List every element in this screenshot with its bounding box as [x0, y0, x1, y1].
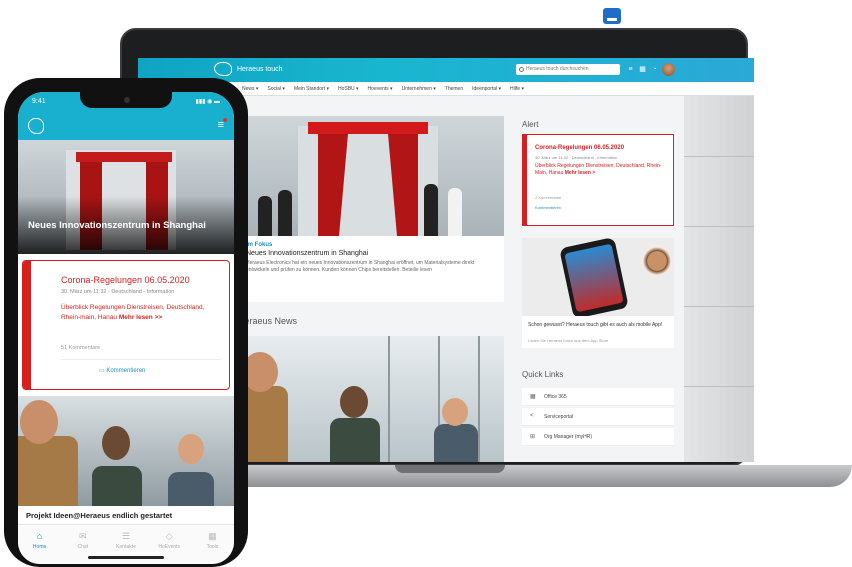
web-header: Heraeus touch Heraeus touch durchsuchen … — [138, 58, 754, 82]
phone-notch — [80, 92, 172, 108]
mobile-alert-card[interactable]: Corona-Regelungen 06.05.2020 30. März um… — [22, 260, 230, 390]
promo-sub: Laden Sie Heraeus touch aus dem App Stor… — [528, 338, 609, 343]
tab-tools[interactable]: ▦ Tools — [191, 525, 234, 564]
mobile-comment-button[interactable]: ▭ Kommentieren — [99, 367, 145, 374]
hero-kicker: Im Fokus — [246, 242, 273, 248]
alert-card[interactable]: Corona-Regelungen 06.05.2020 30. März um… — [522, 134, 674, 226]
mobile-alert-text: Überblick Regelungen Dienstreisen, Deuts… — [61, 304, 205, 321]
alert-comment-button[interactable]: Kommentieren — [535, 205, 561, 210]
tab-home[interactable]: ⌂ Home — [18, 525, 61, 564]
mobile-news-title[interactable]: Projekt Ideen@Heraeus endlich gestartet — [26, 511, 172, 520]
hand-logo-icon[interactable] — [28, 118, 44, 134]
quick-link-office[interactable]: ▦ Office 365 — [522, 388, 674, 406]
nav-item-unternehmen[interactable]: Unternehmen ▾ — [402, 86, 436, 92]
mobile-alert-meta: 30. März um 11:32 - Deutschland - Inform… — [61, 289, 175, 295]
coffee-cup-icon — [640, 244, 674, 278]
mobile-alert-title[interactable]: Corona-Regelungen 06.05.2020 — [61, 275, 190, 285]
promo-text: Schon gewusst? Heraeus touch gibt es auc… — [528, 322, 663, 328]
notification-icon[interactable]: ◔ — [650, 65, 659, 74]
quick-link-org-manager[interactable]: ⊞ Org Manager (myHR) — [522, 428, 674, 446]
web-logo[interactable]: Heraeus touch — [214, 62, 283, 76]
nav-item-social[interactable]: Social ▾ — [267, 86, 285, 92]
nav-item-hilfe[interactable]: Hilfe ▾ — [510, 86, 524, 92]
alert-section-title: Alert — [522, 120, 539, 129]
laptop-base — [210, 465, 852, 487]
hero-title[interactable]: Neues Innovationszentrum in Shanghai — [246, 250, 496, 257]
nav-item-ideenportal[interactable]: Ideenportal ▾ — [472, 86, 501, 92]
phone-screen: 9:41 ▮▮▮ ◉ ▬ ≡ Neues Innovationszentrum … — [18, 92, 234, 564]
hero-text: Heraeus Electronics hat ein neues Innova… — [246, 260, 475, 273]
quick-links-title: Quick Links — [522, 370, 564, 379]
search-placeholder: Heraeus touch durchsuchen — [526, 66, 589, 72]
app-bar: ≡ — [18, 114, 234, 140]
mobile-alert-comment-count: 51 Kommentare — [61, 345, 101, 351]
hero-caption: Im Fokus Neues Innovationszentrum in Sha… — [238, 236, 504, 280]
signal-wifi-battery-icon: ▮▮▮ ◉ ▬ — [195, 99, 220, 105]
nav-item-themen[interactable]: Themen — [445, 86, 463, 92]
webcam-icon — [603, 8, 621, 24]
avatar[interactable] — [662, 63, 675, 76]
marketing-composite: Heraeus touch Heraeus touch durchsuchen … — [0, 0, 852, 567]
apps-icon[interactable]: ▦ — [638, 65, 647, 74]
alert-meta: 30. März um 11:32 - Deutschland - Inform… — [535, 155, 618, 160]
grid-icon: ▦ — [530, 394, 536, 400]
alert-text: Überblick Regelungen Dienstreisen, Deuts… — [535, 163, 662, 176]
background-office-image — [684, 96, 754, 462]
promo-image — [522, 238, 674, 316]
status-time: 9:41 — [32, 98, 46, 105]
alert-title[interactable]: Corona-Regelungen 06.05.2020 — [535, 145, 624, 151]
hero-image — [238, 116, 504, 236]
app-promo-card[interactable]: Schon gewusst? Heraeus touch gibt es auc… — [522, 238, 674, 348]
nav-item-hosbu[interactable]: HoSBU ▾ — [338, 86, 359, 92]
home-icon: ⌂ — [36, 531, 43, 541]
share-icon: < — [530, 413, 534, 419]
home-indicator[interactable] — [88, 556, 164, 559]
alert-more-link[interactable]: Mehr lesen > — [565, 170, 595, 176]
hand-logo-icon — [214, 62, 232, 76]
search-input[interactable]: Heraeus touch durchsuchen — [516, 64, 620, 75]
news-image[interactable] — [238, 336, 504, 462]
contacts-icon: ☰ — [121, 531, 131, 541]
events-icon: ◇ — [165, 531, 173, 541]
web-logo-text: Heraeus touch — [237, 65, 283, 73]
laptop-notch — [395, 465, 505, 473]
nav-item-news[interactable]: News ▾ — [242, 86, 258, 92]
mobile-hero-title: Neues Innovationszentrum in Shanghai — [28, 220, 206, 231]
menu-icon[interactable]: ≡ — [626, 65, 635, 74]
chat-icon: ✉ — [79, 531, 87, 541]
hero-article-card[interactable]: Im Fokus Neues Innovationszentrum in Sha… — [238, 116, 504, 302]
quick-link-serviceportal[interactable]: < Serviceportal — [522, 408, 674, 426]
nav-item-hoevents[interactable]: Hoevents ▾ — [368, 86, 393, 92]
notification-dot — [223, 118, 227, 122]
tools-icon: ▦ — [208, 531, 217, 541]
search-icon — [519, 67, 524, 72]
alert-comment-count: 2 Kommentare — [535, 195, 562, 200]
org-chart-icon: ⊞ — [530, 434, 536, 440]
mobile-news-image[interactable] — [18, 396, 234, 506]
mobile-alert-more-link[interactable]: Mehr lesen >> — [119, 314, 162, 321]
nav-item-mein-standort[interactable]: Mein Standort ▾ — [294, 86, 329, 92]
mobile-hero-card[interactable]: Neues Innovationszentrum in Shanghai — [18, 140, 234, 254]
